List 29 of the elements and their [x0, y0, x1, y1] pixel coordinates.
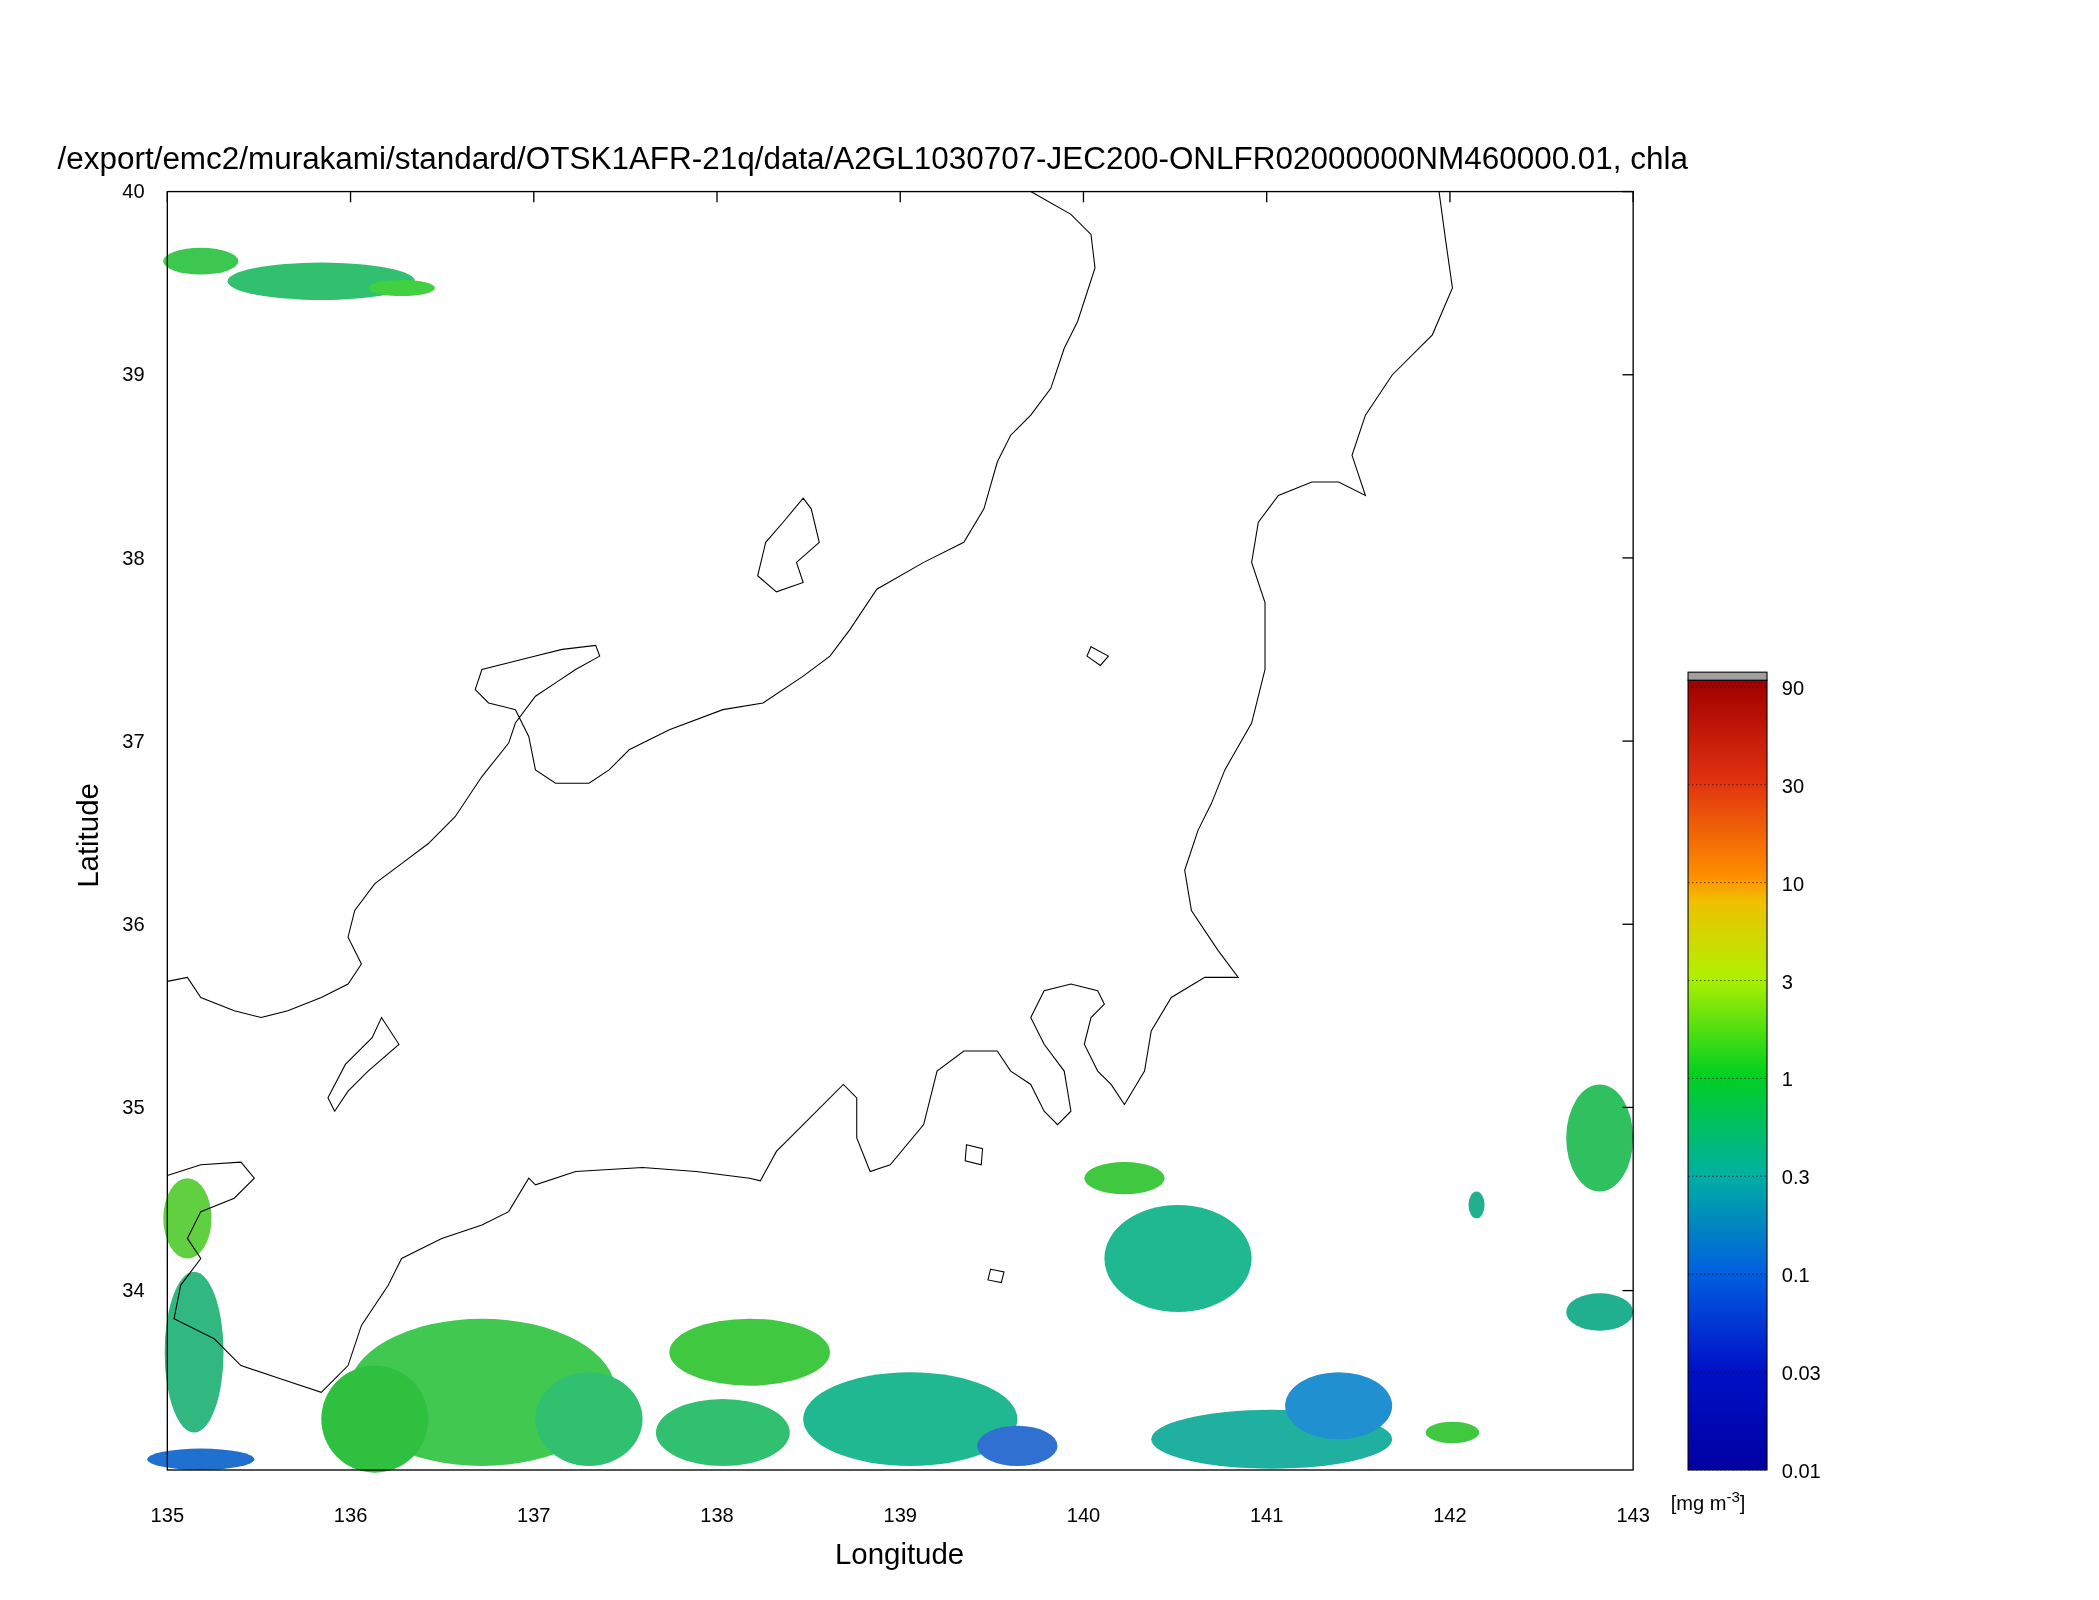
colorbar-tick-label: 0.3 — [1781, 1166, 1810, 1189]
y-axis-label: Latitude — [70, 783, 104, 888]
x-tick-label: 141 — [1249, 1504, 1284, 1527]
colorbar-tick-label: 1 — [1781, 1068, 1793, 1091]
x-tick-label: 143 — [1616, 1504, 1650, 1527]
colorbar-tick-label: 3 — [1781, 970, 1793, 993]
y-tick-label: 38 — [122, 546, 145, 569]
y-tick-label: 36 — [122, 912, 145, 935]
colorbar-tick-label: 30 — [1781, 774, 1805, 797]
x-tick-label: 135 — [150, 1504, 185, 1527]
y-tick-label: 40 — [122, 180, 145, 203]
colorbar-tick-label: 10 — [1781, 872, 1805, 895]
colorbar-tick-label: 0.1 — [1781, 1264, 1810, 1287]
y-tick-label: 39 — [122, 363, 145, 386]
y-tick-label: 34 — [122, 1279, 145, 1302]
colorbar-tick-label: 0.03 — [1781, 1362, 1821, 1385]
x-tick-label: 138 — [700, 1504, 734, 1527]
colorbar-tick-label: 0.01 — [1781, 1460, 1821, 1483]
y-tick-label: 37 — [122, 729, 145, 752]
x-tick-label: 137 — [517, 1504, 551, 1527]
x-tick-label: 140 — [1066, 1504, 1101, 1527]
y-tick-label: 35 — [122, 1096, 145, 1119]
plot-title: /export/emc2/murakami/standard/OTSK1AFR-21q/data/A2GL1030707-JEC200-ONLFR02000000NM460000.01, chla — [57, 140, 1688, 176]
x-tick-label: 139 — [883, 1504, 917, 1527]
x-tick-label: 136 — [333, 1504, 368, 1527]
x-axis-label: Longitude — [834, 1536, 965, 1570]
colorbar-tick-label: 90 — [1781, 676, 1805, 699]
colorbar-unit-label: [mg m$^{-3}$] — [1670, 1488, 1746, 1517]
x-tick-label: 142 — [1433, 1504, 1467, 1527]
